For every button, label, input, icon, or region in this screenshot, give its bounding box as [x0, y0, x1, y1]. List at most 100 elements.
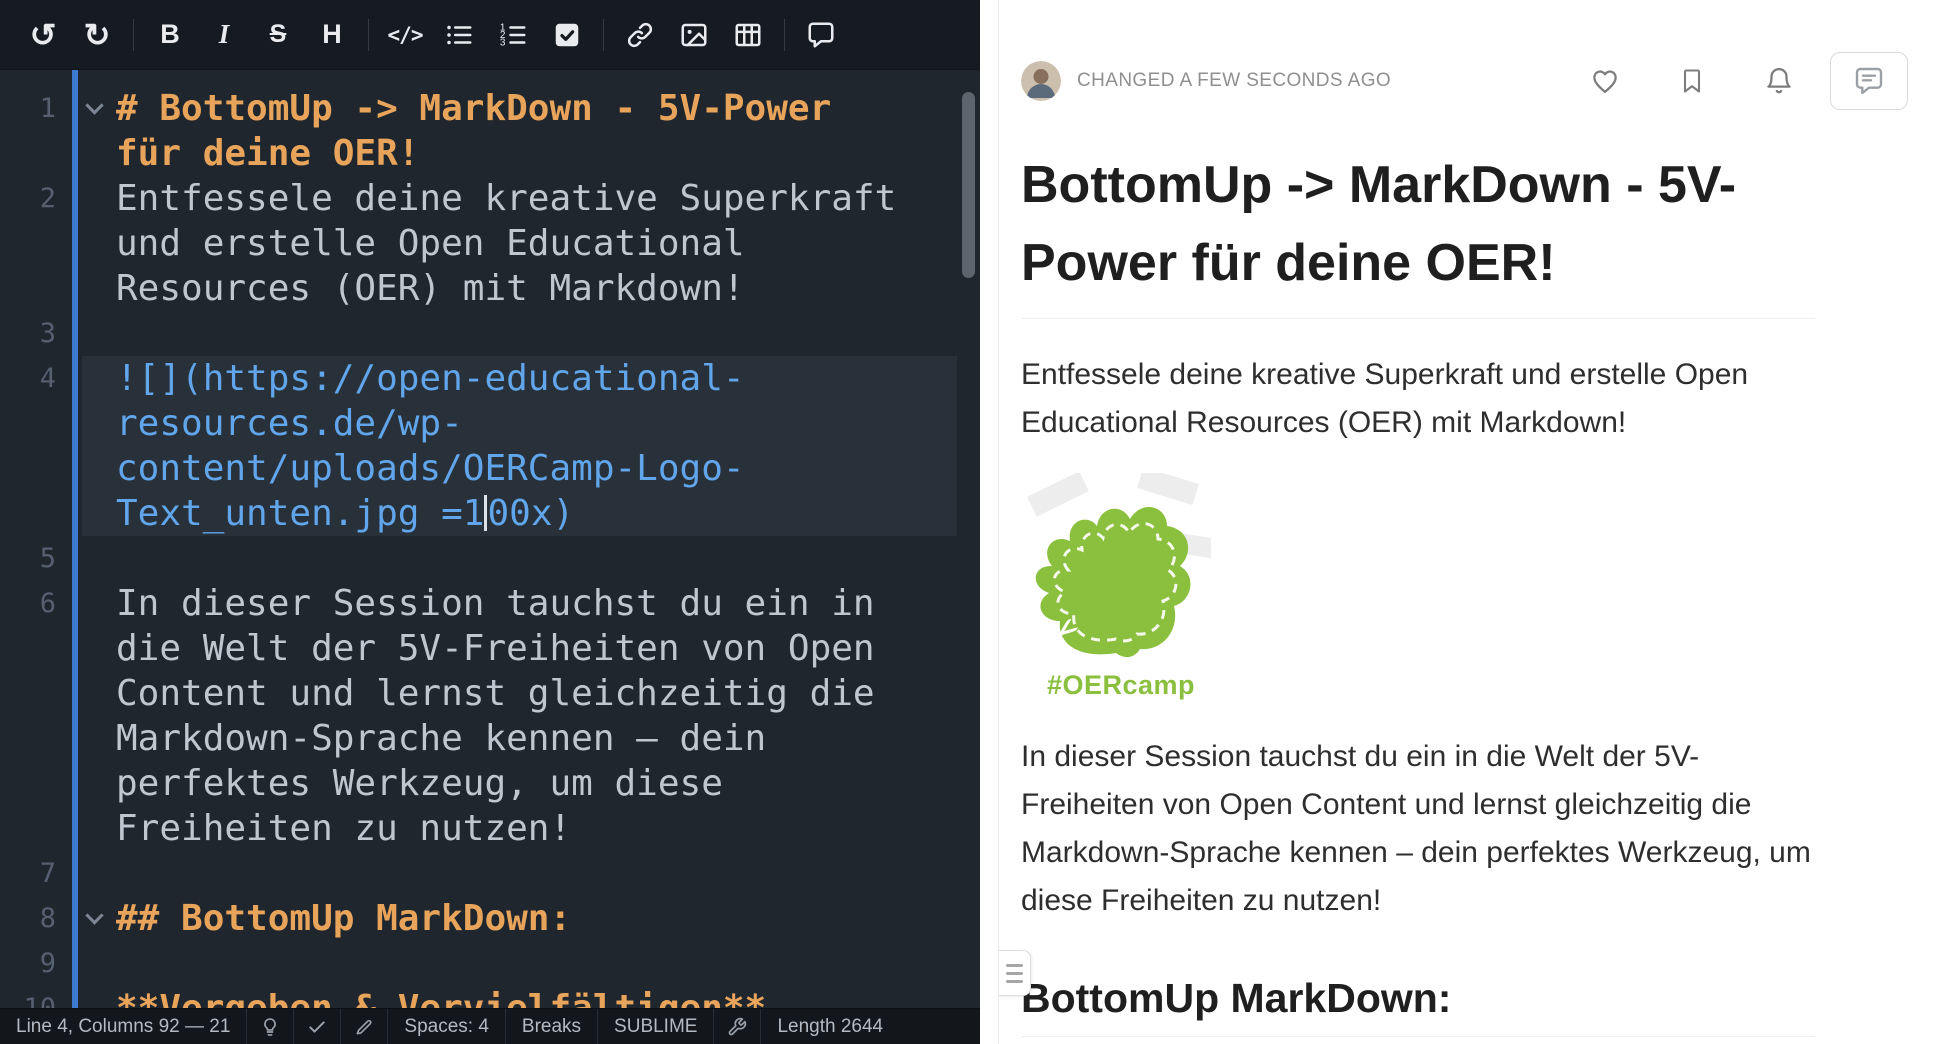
code-text: In dieser Session tauchst du ein in — [82, 581, 957, 626]
toolbar-separator — [368, 19, 369, 51]
comment-button[interactable] — [794, 11, 848, 59]
line-number — [0, 266, 56, 311]
code-editor[interactable]: 1# BottomUp -> MarkDown - 5V-Powerfür de… — [0, 70, 980, 1008]
editor-line[interactable]: resources.de/wp- — [0, 401, 980, 446]
rendered-document: BottomUp -> MarkDown - 5V-Power für dein… — [999, 146, 1938, 1037]
pane-resize-grip[interactable] — [999, 950, 1031, 996]
bookmark-button[interactable] — [1678, 67, 1706, 95]
toolbar-separator — [603, 19, 604, 51]
theme-button[interactable] — [340, 1009, 387, 1044]
code-text: resources.de/wp- — [82, 401, 957, 446]
editor-line[interactable]: 8 ## BottomUp MarkDown: — [0, 896, 980, 941]
heading-button[interactable]: H — [305, 11, 359, 59]
editor-toolbar: ↺ ↻ B I S H </> 1 2 3 — [0, 0, 980, 70]
bullet-list-button[interactable] — [432, 11, 486, 59]
editor-line[interactable]: Text_unten.jpg =100x) — [0, 491, 980, 536]
preview-topbar: CHANGED A FEW SECONDS AGO — [1021, 52, 1908, 110]
doc-title: BottomUp -> MarkDown - 5V-Power für dein… — [1021, 146, 1815, 319]
line-number — [0, 446, 56, 491]
line-number: 9 — [0, 941, 56, 986]
code-text: content/uploads/OERCamp-Logo- — [82, 446, 957, 491]
editor-line[interactable]: die Welt der 5V-Freiheiten von Open — [0, 626, 980, 671]
line-number: 4 — [0, 356, 56, 401]
spellcheck-toggle[interactable] — [293, 1009, 340, 1044]
comments-panel-button[interactable] — [1830, 52, 1908, 110]
doc-subheading: BottomUp MarkDown: — [1021, 975, 1815, 1037]
code-text: Entfessele deine kreative Superkraft — [82, 176, 957, 221]
editor-line[interactable]: 4![](https://open-educational- — [0, 356, 980, 401]
editor-line[interactable]: 5 — [0, 536, 980, 581]
line-number — [0, 761, 56, 806]
code-text: ## BottomUp MarkDown: — [82, 896, 957, 941]
editor-line[interactable]: und erstelle Open Educational — [0, 221, 980, 266]
editor-line[interactable]: für deine OER! — [0, 131, 980, 176]
editor-line[interactable]: 2 Entfessele deine kreative Superkraft — [0, 176, 980, 221]
line-number: 1 — [0, 86, 56, 131]
link-button[interactable] — [613, 11, 667, 59]
editor-line[interactable]: Resources (OER) mit Markdown! — [0, 266, 980, 311]
oercamp-logo-caption: #OERcamp — [1021, 670, 1221, 701]
pane-divider[interactable] — [980, 0, 998, 1044]
editor-line[interactable]: Freiheiten zu nutzen! — [0, 806, 980, 851]
editor-line[interactable]: 6 In dieser Session tauchst du ein in — [0, 581, 980, 626]
linebreak-setting[interactable]: Breaks — [505, 1009, 597, 1044]
redo-button[interactable]: ↻ — [70, 11, 124, 59]
code-text — [82, 941, 957, 986]
editor-line[interactable]: 9 — [0, 941, 980, 986]
code-text: Resources (OER) mit Markdown! — [82, 266, 957, 311]
avatar-image — [1021, 61, 1061, 101]
oercamp-logo-image: ✂ — [1021, 473, 1211, 663]
undo-icon: ↺ — [30, 19, 57, 51]
editor-pane: ↺ ↻ B I S H </> 1 2 3 — [0, 0, 980, 1044]
indent-setting[interactable]: Spaces: 4 — [387, 1009, 505, 1044]
editor-line[interactable]: 1# BottomUp -> MarkDown - 5V-Power — [0, 86, 980, 131]
heading-icon: H — [322, 19, 342, 50]
app-window: ↺ ↻ B I S H </> 1 2 3 — [0, 0, 1938, 1044]
lightbulb-icon — [260, 1017, 280, 1037]
link-icon — [625, 20, 655, 50]
oercamp-logo: ✂ #OERcamp — [1021, 473, 1221, 701]
editor-statusbar: Line 4, Columns 92 — 21 Spaces: 4 Breaks… — [0, 1008, 980, 1044]
doc-session-paragraph: In dieser Session tauchst du ein in die … — [1021, 733, 1815, 925]
keymap-setting[interactable]: SUBLIME — [597, 1009, 713, 1044]
editor-line[interactable]: Content und lernst gleichzeitig die — [0, 671, 980, 716]
preferences-button[interactable] — [713, 1009, 760, 1044]
editor-line[interactable]: 3 — [0, 311, 980, 356]
editor-line[interactable]: perfektes Werkzeug, um diese — [0, 761, 980, 806]
notifications-button[interactable] — [1764, 66, 1794, 96]
code-text: **Vergeben & Vervielfältigen** — [82, 986, 957, 1008]
preview-pane: CHANGED A FEW SECONDS AGO — [998, 0, 1938, 1044]
line-number: 6 — [0, 581, 56, 626]
table-button[interactable] — [721, 11, 775, 59]
editor-line[interactable]: 10**Vergeben & Vervielfältigen** — [0, 986, 980, 1008]
code-text: Freiheiten zu nutzen! — [82, 806, 957, 851]
cursor-position-label: Line 4, Columns 92 — 21 — [0, 1009, 246, 1044]
code-button[interactable]: </> — [378, 11, 432, 59]
code-text: Content und lernst gleichzeitig die — [82, 671, 957, 716]
strikethrough-button[interactable]: S — [251, 11, 305, 59]
code-text: und erstelle Open Educational — [82, 221, 957, 266]
editor-line[interactable]: Markdown-Sprache kennen – dein — [0, 716, 980, 761]
like-button[interactable] — [1590, 66, 1620, 96]
redo-icon: ↻ — [84, 19, 111, 51]
line-number — [0, 221, 56, 266]
italic-button[interactable]: I — [197, 11, 251, 59]
image-button[interactable] — [667, 11, 721, 59]
line-number — [0, 131, 56, 176]
undo-button[interactable]: ↺ — [16, 11, 70, 59]
night-mode-toggle[interactable] — [246, 1009, 293, 1044]
editor-line[interactable]: 7 — [0, 851, 980, 896]
line-number: 2 — [0, 176, 56, 221]
code-text — [82, 851, 957, 896]
numbered-list-button[interactable]: 1 2 3 — [486, 11, 540, 59]
task-list-button[interactable] — [540, 11, 594, 59]
chat-bubble-icon — [1853, 65, 1885, 97]
bold-button[interactable]: B — [143, 11, 197, 59]
line-number: 8 — [0, 896, 56, 941]
heart-icon — [1590, 66, 1620, 96]
avatar[interactable] — [1021, 61, 1061, 101]
toolbar-separator — [784, 19, 785, 51]
code-text — [82, 536, 957, 581]
editor-scrollbar[interactable] — [962, 92, 975, 278]
editor-line[interactable]: content/uploads/OERCamp-Logo- — [0, 446, 980, 491]
